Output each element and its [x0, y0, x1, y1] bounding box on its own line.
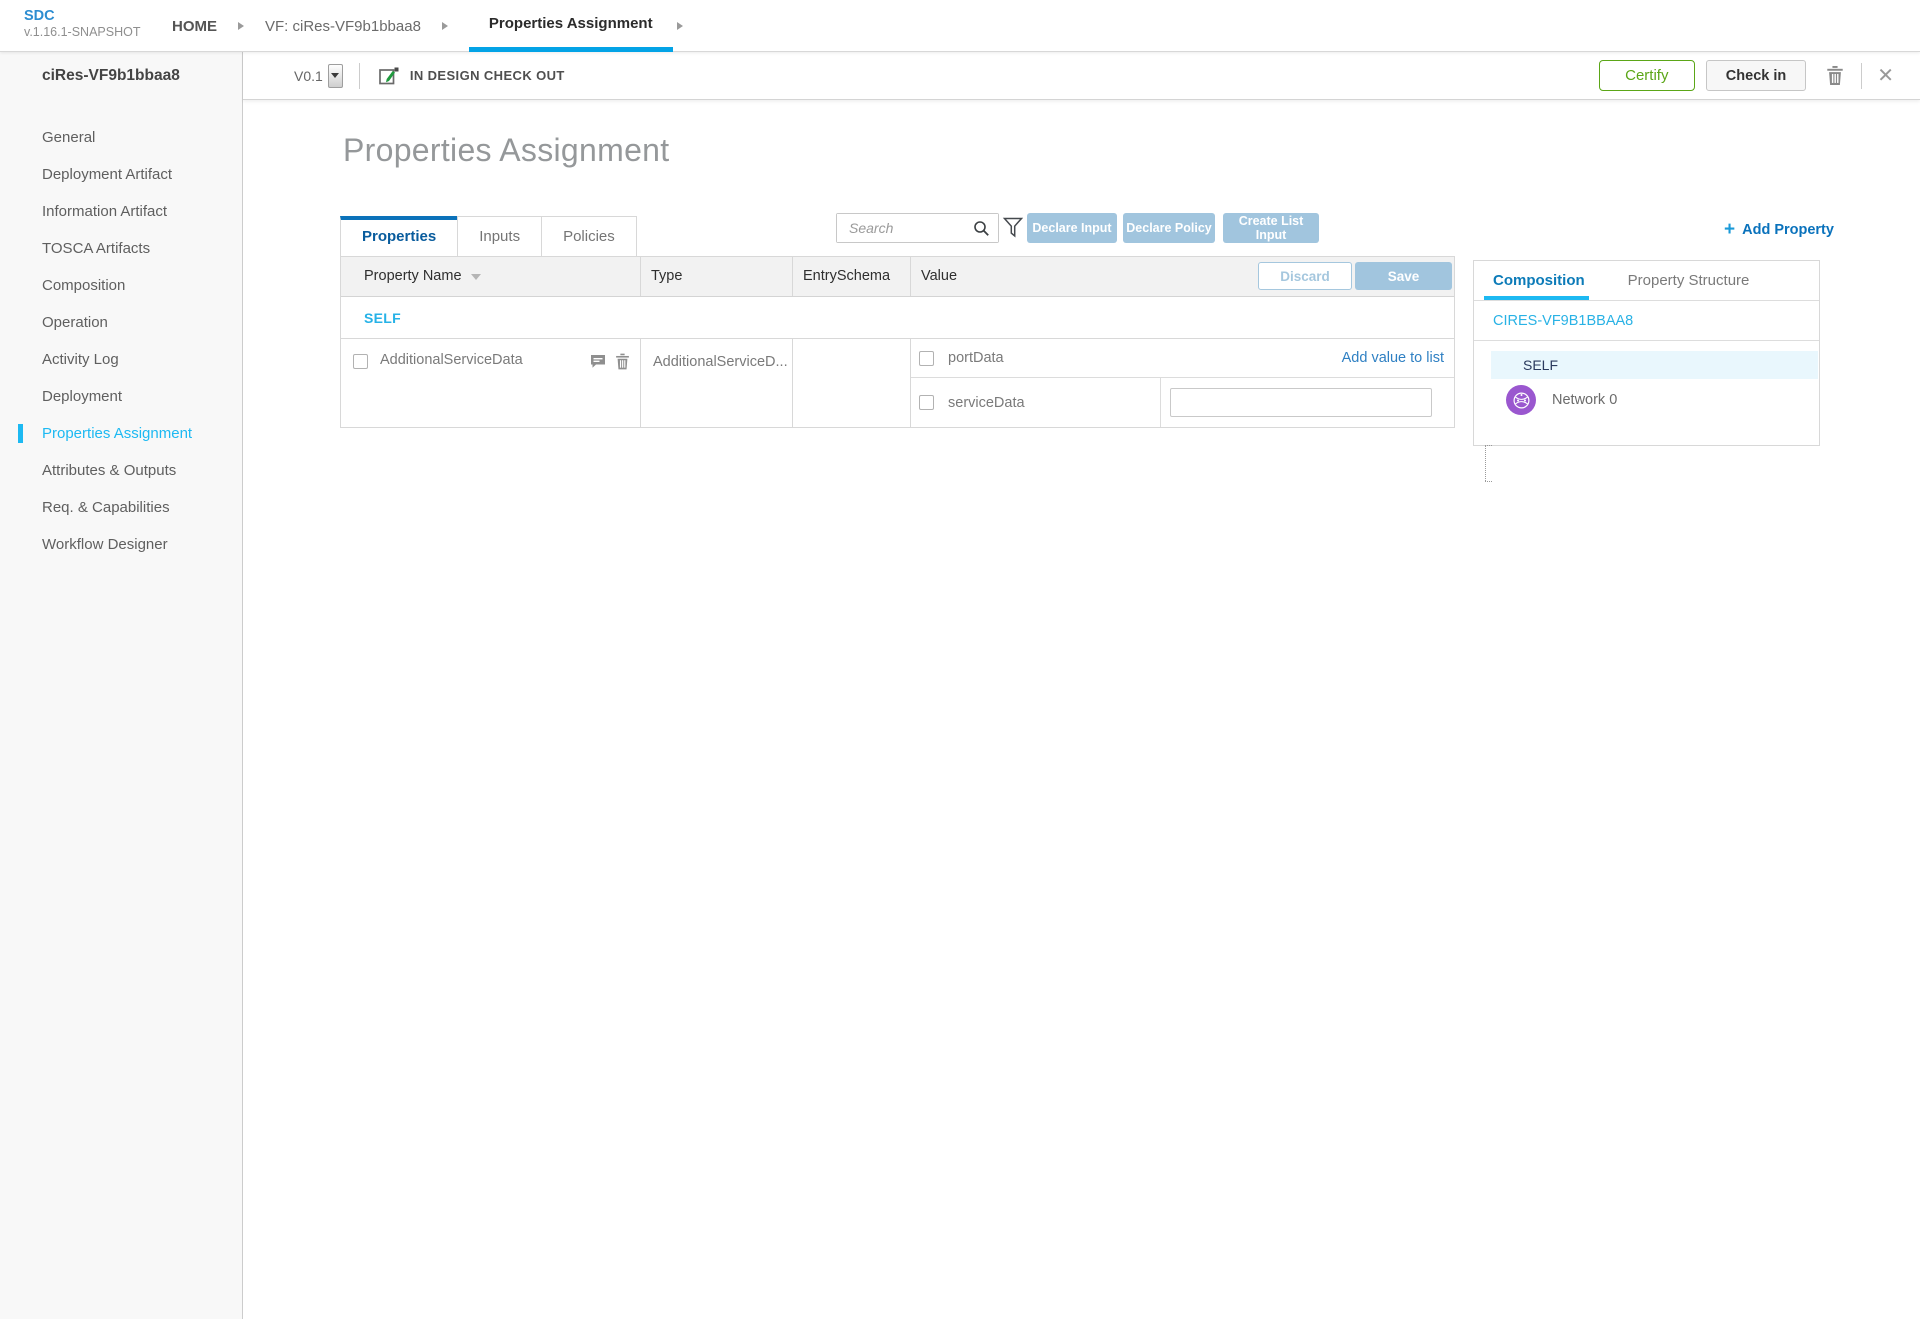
servicedata-value-cell — [1161, 378, 1454, 427]
sidebar-component-title: ciRes-VF9b1bbaa8 — [0, 52, 242, 85]
tab-policies[interactable]: Policies — [541, 216, 637, 257]
tree-node-self[interactable]: SELF — [1491, 351, 1818, 379]
column-header-value: Value Discard Save — [911, 257, 1454, 296]
tab-property-structure[interactable]: Property Structure — [1628, 272, 1750, 289]
sidebar-item-activity-log[interactable]: Activity Log — [0, 341, 242, 378]
divider — [1861, 63, 1862, 89]
servicedata-label: serviceData — [948, 395, 1025, 411]
in-design-icon — [376, 63, 401, 88]
composition-panel: Composition Property Structure CIRES-VF9… — [1473, 260, 1820, 446]
close-button[interactable]: ✕ — [1877, 63, 1894, 88]
column-header-property-name[interactable]: Property Name — [341, 257, 641, 296]
tree-connector — [1485, 445, 1492, 446]
tree-node-label: Network 0 — [1552, 392, 1617, 408]
chevron-right-icon — [238, 22, 244, 30]
table-row: AdditionalServiceData — [341, 339, 1454, 427]
sidebar-item-operation[interactable]: Operation — [0, 304, 242, 341]
chevron-right-icon — [677, 22, 683, 30]
sidebar-item-deployment-artifact[interactable]: Deployment Artifact — [0, 156, 242, 193]
top-navigation-bar: SDC v.1.16.1-SNAPSHOT HOME VF: ciRes-VF9… — [0, 0, 1920, 52]
page-title: Properties Assignment — [343, 132, 669, 169]
sidebar: ciRes-VF9b1bbaa8 General Deployment Arti… — [0, 52, 243, 1319]
chevron-right-icon — [442, 22, 448, 30]
tree-node-network[interactable]: Network 0 — [1491, 385, 1819, 415]
plus-icon: + — [1724, 220, 1735, 239]
breadcrumb-active-wrap: Properties Assignment — [469, 0, 673, 52]
tab-properties[interactable]: Properties — [340, 216, 458, 257]
panel-tabs: Composition Property Structure — [1474, 261, 1819, 301]
discard-button[interactable]: Discard — [1258, 262, 1352, 290]
checkin-button[interactable]: Check in — [1706, 60, 1806, 91]
property-type-cell: AdditionalServiceD... — [641, 339, 793, 427]
property-name-label: AdditionalServiceData — [380, 352, 523, 368]
save-button[interactable]: Save — [1355, 262, 1452, 290]
breadcrumb-home[interactable]: HOME — [172, 18, 217, 35]
sidebar-item-deployment[interactable]: Deployment — [0, 378, 242, 415]
sidebar-item-information-artifact[interactable]: Information Artifact — [0, 193, 242, 230]
property-value-cell: portData Add value to list serviceData — [911, 339, 1454, 427]
search-icon — [973, 220, 990, 242]
breadcrumb: HOME VF: ciRes-VF9b1bbaa8 Properties Ass… — [172, 0, 704, 52]
sdc-version-label: v.1.16.1-SNAPSHOT — [24, 25, 140, 41]
declare-policy-button[interactable]: Declare Policy — [1123, 213, 1215, 243]
servicedata-label-cell: serviceData — [911, 378, 1161, 427]
sidebar-item-general[interactable]: General — [0, 119, 242, 156]
caret-down-icon — [331, 73, 339, 78]
properties-tabs: Properties Inputs Policies — [340, 216, 637, 257]
value-field-row: serviceData — [911, 378, 1454, 427]
sidebar-item-properties-assignment[interactable]: Properties Assignment — [0, 415, 242, 452]
version-label: V0.1 — [294, 68, 323, 84]
servicedata-checkbox[interactable] — [919, 395, 934, 410]
tree-connector — [1485, 481, 1492, 482]
lifecycle-status-label: IN DESIGN CHECK OUT — [410, 68, 565, 83]
breadcrumb-properties-assignment[interactable]: Properties Assignment — [489, 15, 653, 32]
tab-composition[interactable]: Composition — [1493, 272, 1585, 289]
version-selector[interactable] — [328, 64, 343, 88]
component-name-link[interactable]: CIRES-VF9B1BBAA8 — [1474, 301, 1819, 341]
delete-property-icon[interactable] — [615, 353, 630, 370]
network-icon — [1506, 385, 1536, 415]
sort-caret-icon — [471, 274, 481, 280]
column-header-entryschema: EntrySchema — [793, 257, 911, 296]
sidebar-item-composition[interactable]: Composition — [0, 267, 242, 304]
properties-table: Property Name Type EntrySchema Value Dis… — [340, 256, 1455, 428]
add-property-label: Add Property — [1742, 222, 1834, 238]
tree-connector — [1485, 445, 1486, 481]
filter-icon[interactable] — [1002, 216, 1024, 245]
create-list-input-button[interactable]: Create List Input — [1223, 213, 1319, 243]
property-entryschema-cell — [793, 339, 911, 427]
portdata-label: portData — [948, 350, 1004, 366]
comment-icon[interactable] — [590, 354, 606, 369]
add-property-button[interactable]: + Add Property — [1724, 220, 1834, 239]
divider — [359, 63, 360, 89]
sidebar-item-attributes-outputs[interactable]: Attributes & Outputs — [0, 452, 242, 489]
sidebar-item-tosca-artifacts[interactable]: TOSCA Artifacts — [0, 230, 242, 267]
add-value-to-list-link[interactable]: Add value to list — [1342, 350, 1444, 366]
servicedata-value-input[interactable] — [1170, 388, 1432, 417]
self-group-link[interactable]: SELF — [341, 297, 1454, 339]
sdc-logo-title: SDC — [24, 7, 140, 25]
sidebar-item-workflow-designer[interactable]: Workflow Designer — [0, 526, 242, 563]
sdc-logo: SDC v.1.16.1-SNAPSHOT — [24, 7, 140, 41]
breadcrumb-vf[interactable]: VF: ciRes-VF9b1bbaa8 — [265, 18, 421, 35]
value-field-row: portData Add value to list — [911, 339, 1454, 378]
property-checkbox[interactable] — [353, 354, 368, 369]
sidebar-menu: General Deployment Artifact Information … — [0, 119, 242, 563]
active-tab-underline — [1484, 296, 1589, 300]
certify-button[interactable]: Certify — [1599, 60, 1695, 91]
tab-inputs[interactable]: Inputs — [457, 216, 542, 257]
portdata-checkbox[interactable] — [919, 351, 934, 366]
declare-input-button[interactable]: Declare Input — [1027, 213, 1117, 243]
delete-component-button[interactable] — [1826, 65, 1844, 86]
composition-tree: SELF Network 0 — [1474, 341, 1819, 415]
column-header-type: Type — [641, 257, 793, 296]
lifecycle-toolbar: V0.1 IN DESIGN CHECK OUT Certify Check i… — [243, 52, 1920, 100]
property-name-cell: AdditionalServiceData — [341, 339, 641, 427]
table-header: Property Name Type EntrySchema Value Dis… — [341, 257, 1454, 297]
search-box — [836, 213, 999, 243]
sidebar-item-req-capabilities[interactable]: Req. & Capabilities — [0, 489, 242, 526]
